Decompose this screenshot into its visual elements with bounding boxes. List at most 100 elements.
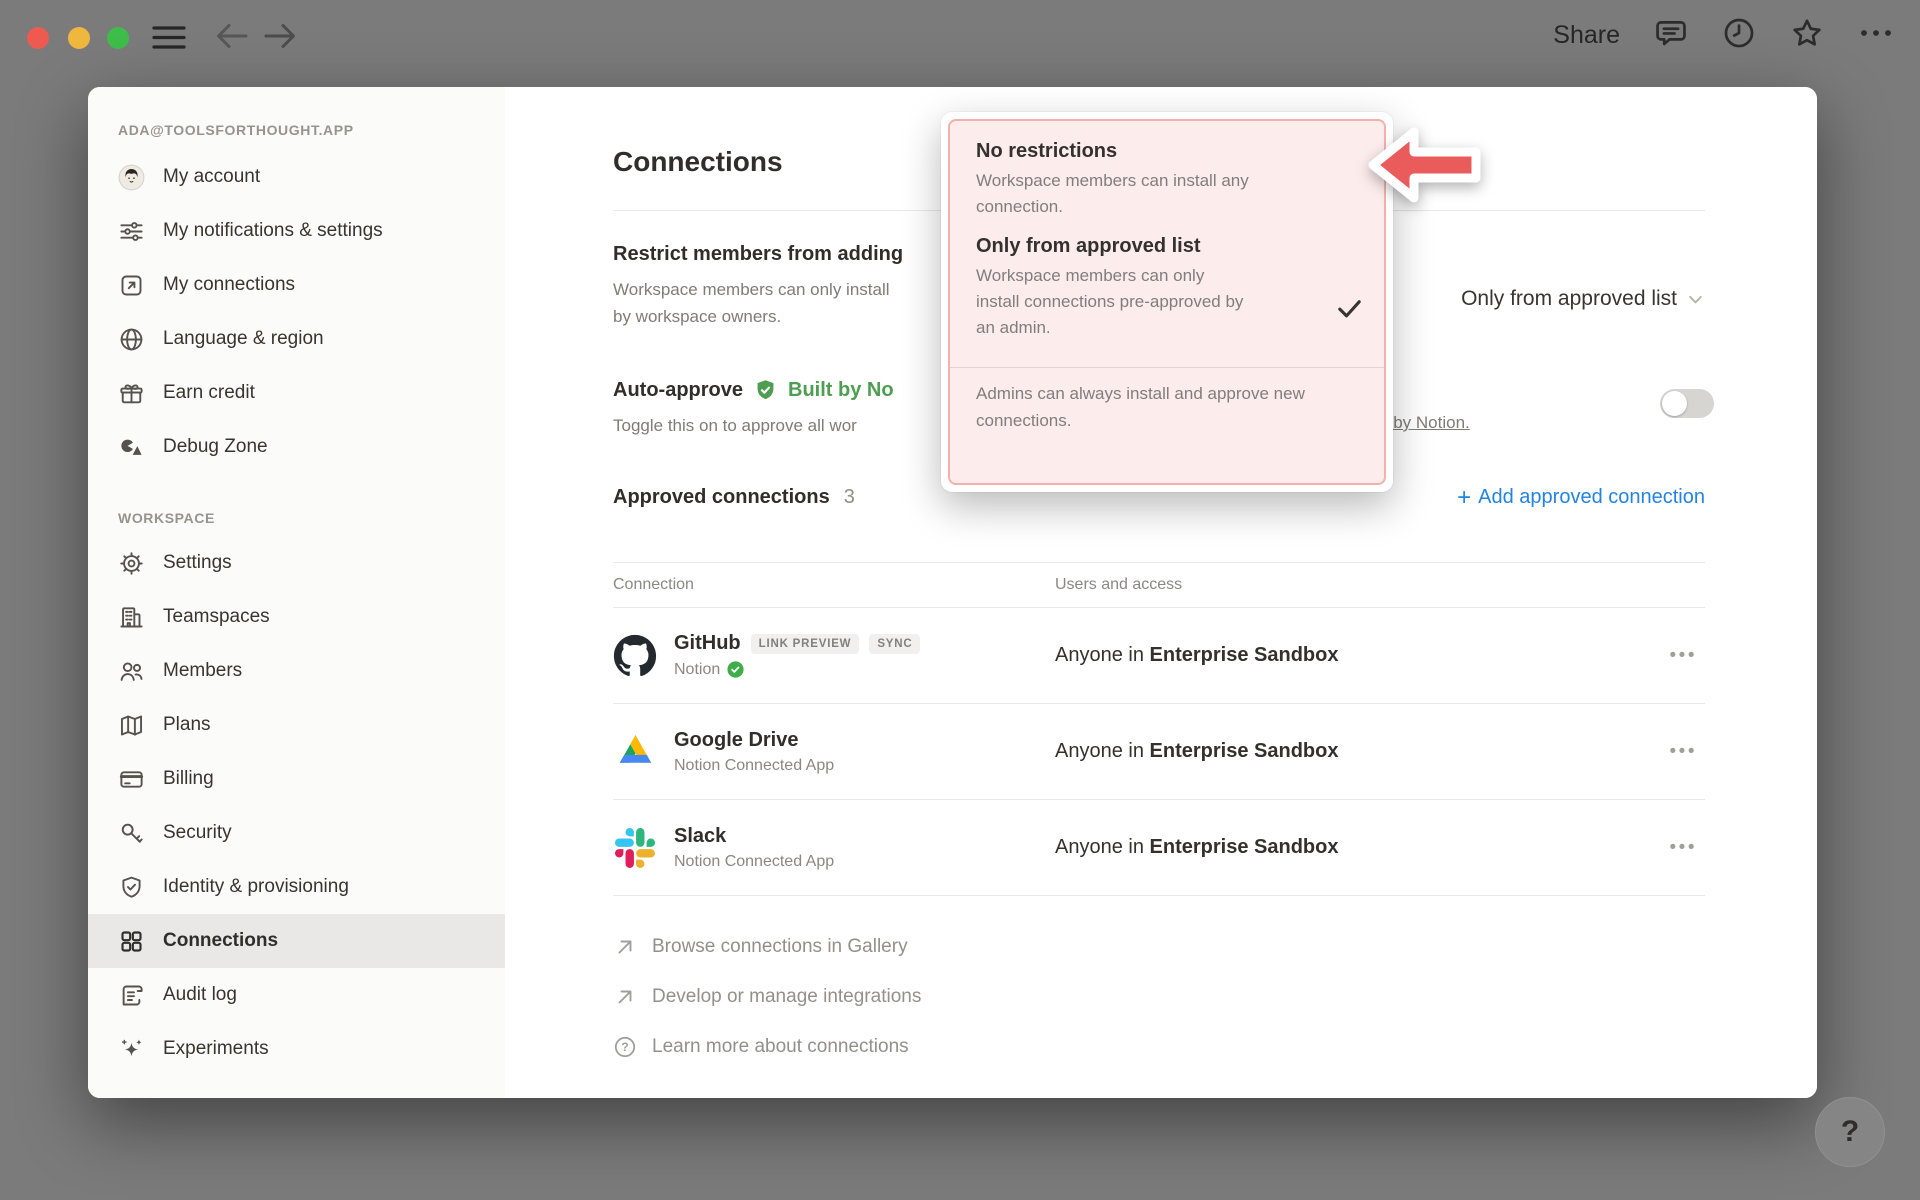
sidebar-item-notifications-settings[interactable]: My notifications & settings — [88, 204, 505, 258]
sidebar-item-label: My notifications & settings — [163, 220, 383, 242]
access-scope: Anyone in Enterprise Sandbox — [1055, 644, 1338, 667]
favorite-star-icon[interactable] — [1790, 16, 1824, 55]
question-circle-icon: ? — [613, 1035, 637, 1059]
sidebar-item-debug-zone[interactable]: Debug Zone — [88, 420, 505, 474]
comments-icon[interactable] — [1654, 16, 1688, 55]
restrict-members-description: Workspace members can only install by wo… — [613, 276, 903, 330]
sidebar-item-label: Experiments — [163, 1038, 269, 1060]
sidebar-item-label: My connections — [163, 274, 295, 296]
scroll-icon — [118, 982, 145, 1009]
sidebar-item-label: Identity & provisioning — [163, 876, 349, 898]
connection-name: Google Drive — [674, 729, 798, 752]
sliders-icon — [118, 218, 145, 245]
connections-table: Connection Users and access GitHub LINK … — [613, 562, 1705, 896]
key-icon — [118, 820, 145, 847]
restrict-members-title: Restrict members from adding — [613, 241, 903, 267]
debug-shapes-icon — [118, 434, 145, 461]
sidebar-item-audit-log[interactable]: Audit log — [88, 968, 505, 1022]
connection-name: GitHub — [674, 632, 741, 655]
arrow-up-right-box-icon — [118, 272, 145, 299]
sync-badge: SYNC — [869, 634, 920, 654]
sparkles-icon — [118, 1036, 145, 1063]
row-more-menu-icon[interactable]: ••• — [1670, 837, 1697, 859]
more-options-icon[interactable] — [1858, 16, 1894, 55]
restriction-dropdown[interactable]: Only from approved list — [1461, 287, 1705, 311]
sidebar-item-members[interactable]: Members — [88, 644, 505, 698]
sidebar-item-language-region[interactable]: Language & region — [88, 312, 505, 366]
help-button[interactable]: ? — [1815, 1097, 1885, 1167]
sidebar-item-teamspaces[interactable]: Teamspaces — [88, 590, 505, 644]
sidebar-item-earn-credit[interactable]: Earn credit — [88, 366, 505, 420]
sidebar-item-my-account[interactable]: My account — [88, 150, 505, 204]
svg-text:?: ? — [621, 1040, 628, 1054]
sidebar-item-label: My account — [163, 166, 260, 188]
sidebar-item-label: Connections — [163, 930, 278, 952]
traffic-minimize-button[interactable] — [68, 27, 90, 49]
learn-more-link[interactable]: ? Learn more about connections — [613, 1022, 1705, 1072]
back-arrow-icon[interactable] — [214, 20, 250, 52]
browse-gallery-link[interactable]: Browse connections in Gallery — [613, 922, 1705, 972]
connection-subtitle: Notion — [674, 661, 720, 679]
globe-icon — [118, 326, 145, 353]
sidebar-item-label: Billing — [163, 768, 214, 790]
sidebar-item-plans[interactable]: Plans — [88, 698, 505, 752]
sidebar-item-label: Earn credit — [163, 382, 255, 404]
connection-subtitle: Notion Connected App — [674, 853, 834, 871]
restriction-options-popup: No restrictions Workspace members can in… — [941, 112, 1393, 492]
option-no-restrictions[interactable]: No restrictions Workspace members can in… — [976, 138, 1360, 220]
red-pointer-arrow-icon — [1366, 124, 1482, 211]
approved-connections-heading: Approved connections — [613, 486, 830, 509]
restriction-dropdown-value: Only from approved list — [1461, 287, 1677, 311]
traffic-zoom-button[interactable] — [107, 27, 129, 49]
sidebar-item-billing[interactable]: Billing — [88, 752, 505, 806]
google-drive-logo-icon — [613, 730, 657, 774]
history-clock-icon[interactable] — [1722, 16, 1756, 55]
gear-icon — [118, 550, 145, 577]
sidebar-item-identity-provisioning[interactable]: Identity & provisioning — [88, 860, 505, 914]
sidebar-item-label: Security — [163, 822, 232, 844]
sidebar-item-security[interactable]: Security — [88, 806, 505, 860]
footer-links: Browse connections in Gallery Develop or… — [613, 922, 1705, 1072]
selected-check-icon — [1334, 293, 1365, 329]
account-email-label: ADA@TOOLSFORTHOUGHT.APP — [118, 122, 505, 138]
arrow-up-right-icon — [613, 985, 637, 1009]
slack-logo-icon — [613, 826, 657, 870]
workspace-section-label: WORKSPACE — [118, 510, 505, 526]
gift-icon — [118, 380, 145, 407]
topbar-actions: Share — [1553, 16, 1894, 55]
row-more-menu-icon[interactable]: ••• — [1670, 741, 1697, 763]
table-header: Connection Users and access — [613, 562, 1705, 608]
built-by-notion-link[interactable]: lt by Notion. — [1380, 413, 1470, 433]
share-button[interactable]: Share — [1553, 21, 1620, 50]
connection-name: Slack — [674, 825, 726, 848]
built-by-notion-label: Built by No — [788, 379, 894, 402]
traffic-close-button[interactable] — [27, 27, 49, 49]
sidebar-item-connections[interactable]: Connections — [88, 914, 505, 968]
auto-approve-toggle[interactable] — [1660, 389, 1714, 418]
chevron-down-icon — [1686, 290, 1705, 309]
develop-integrations-link[interactable]: Develop or manage integrations — [613, 972, 1705, 1022]
add-approved-connection-button[interactable]: + Add approved connection — [1457, 486, 1705, 509]
table-row-google-drive: Google Drive Notion Connected App Anyone… — [613, 704, 1705, 800]
forward-arrow-icon[interactable] — [262, 20, 298, 52]
screen: Share ADA@TOOLSFORTHOUGHT.APP My account… — [0, 0, 1920, 1200]
link-preview-badge: LINK PREVIEW — [751, 634, 860, 654]
option-only-approved-list[interactable]: Only from approved list Workspace member… — [976, 233, 1360, 341]
sidebar-item-label: Teamspaces — [163, 606, 270, 628]
sidebar-item-label: Settings — [163, 552, 232, 574]
access-scope: Anyone in Enterprise Sandbox — [1055, 836, 1338, 859]
connection-subtitle: Notion Connected App — [674, 757, 834, 775]
github-logo-icon — [613, 634, 657, 678]
sidebar-item-label: Debug Zone — [163, 436, 268, 458]
grid-icon — [118, 928, 145, 955]
row-more-menu-icon[interactable]: ••• — [1670, 645, 1697, 667]
built-by-notion-shield-icon — [753, 378, 778, 403]
sidebar-menu-icon[interactable] — [152, 24, 186, 52]
auto-approve-title: Auto-approve — [613, 377, 743, 403]
approved-connections-count: 3 — [844, 486, 855, 509]
arrow-up-right-icon — [613, 935, 637, 959]
table-row-slack: Slack Notion Connected App Anyone in Ent… — [613, 800, 1705, 896]
sidebar-item-experiments[interactable]: Experiments — [88, 1022, 505, 1076]
sidebar-item-settings[interactable]: Settings — [88, 536, 505, 590]
sidebar-item-my-connections[interactable]: My connections — [88, 258, 505, 312]
